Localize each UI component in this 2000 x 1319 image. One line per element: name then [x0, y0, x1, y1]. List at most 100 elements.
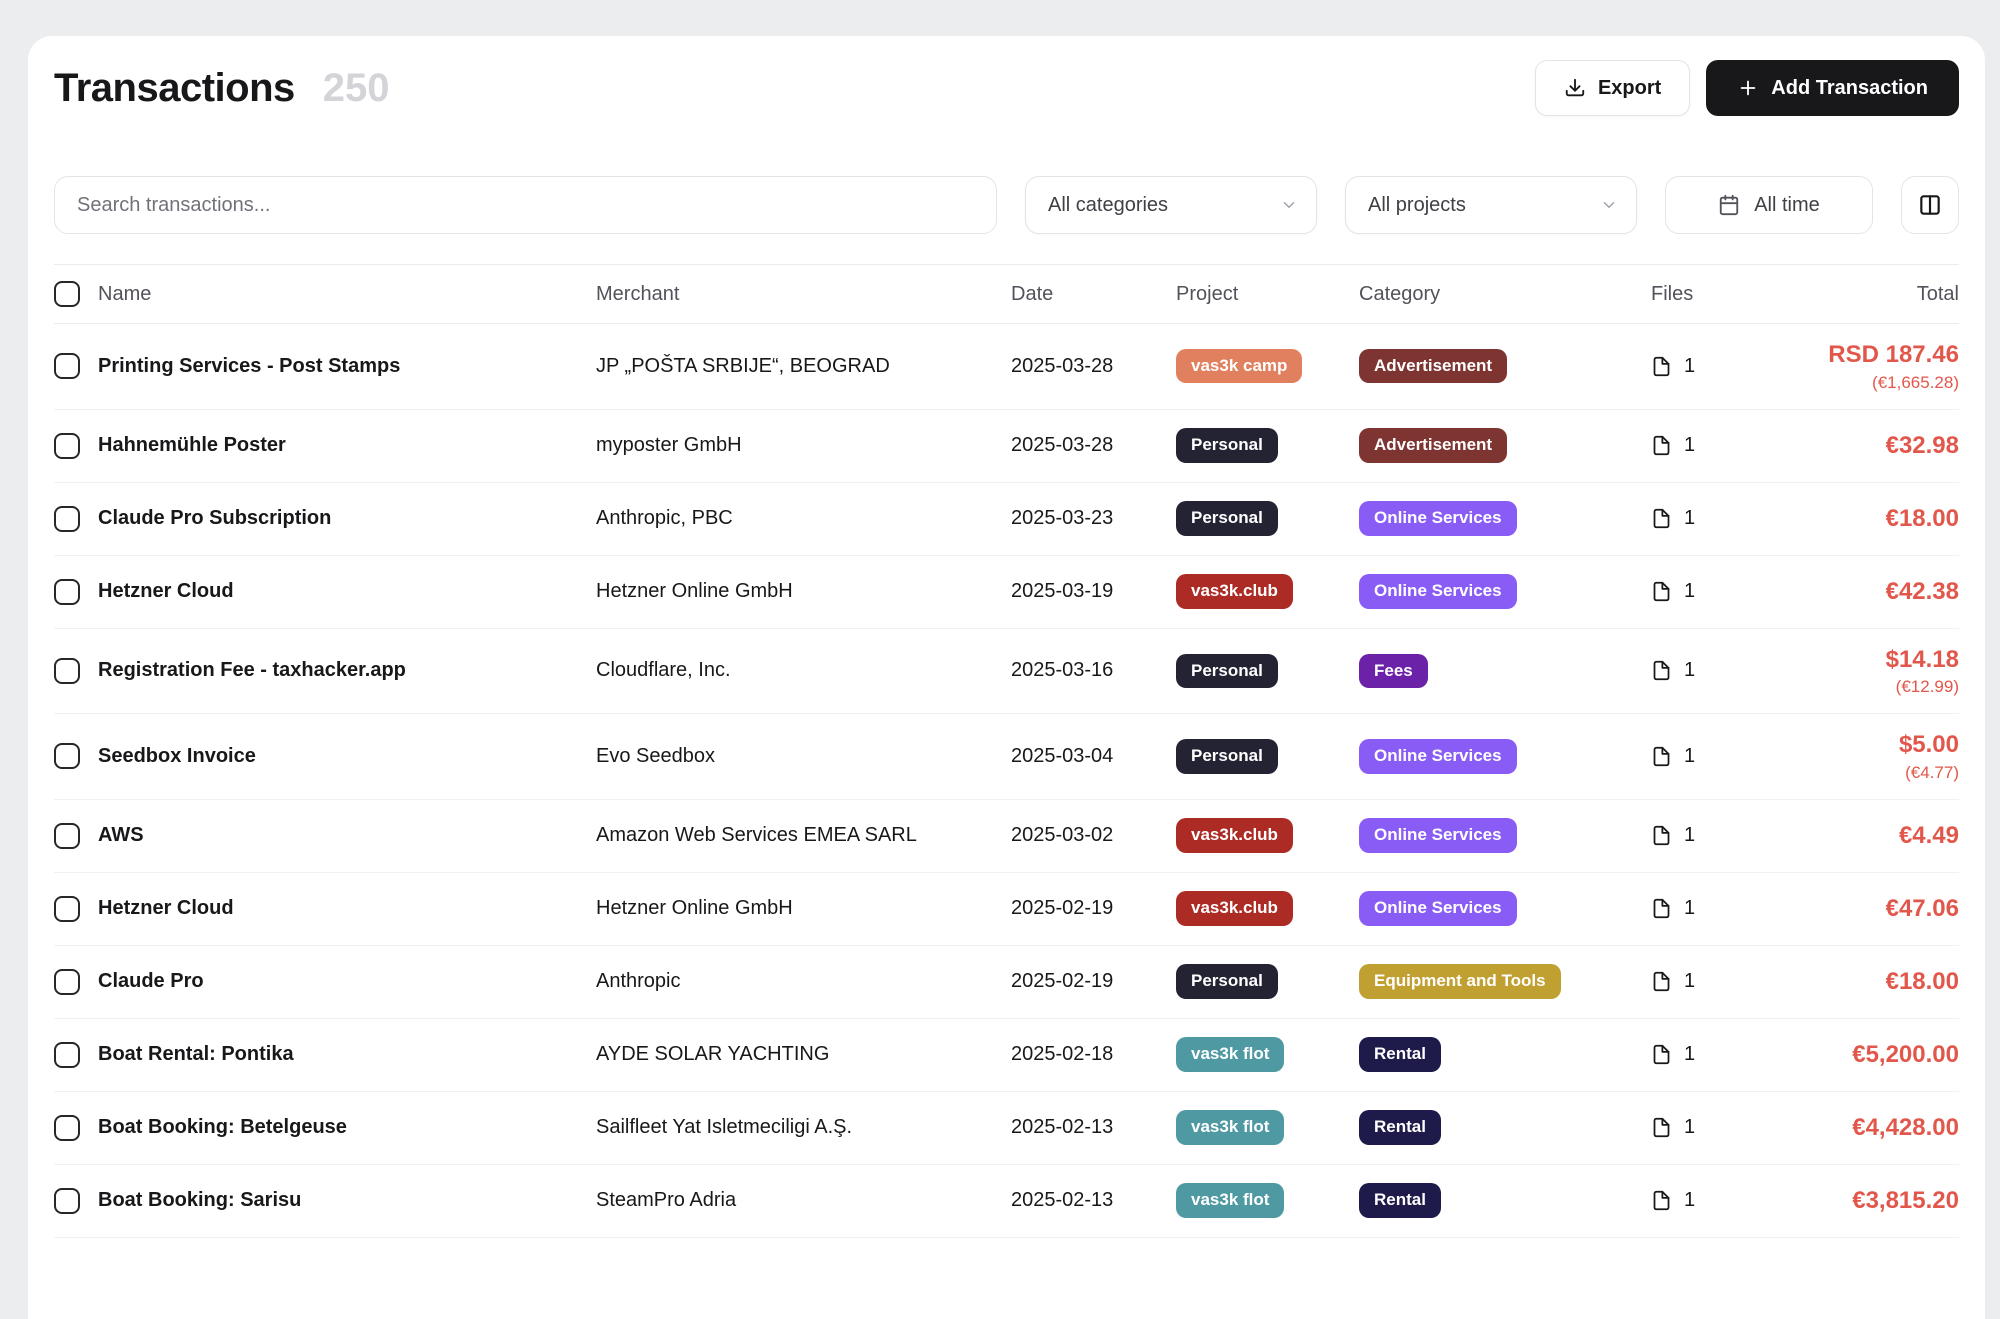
transaction-merchant: Hetzner Online GmbH: [596, 897, 1011, 920]
add-transaction-button[interactable]: Add Transaction: [1706, 60, 1959, 116]
row-checkbox[interactable]: [54, 506, 80, 532]
file-count: 1: [1684, 355, 1695, 378]
file-count: 1: [1684, 659, 1695, 682]
transaction-date: 2025-03-04: [1011, 745, 1176, 768]
project-cell: vas3k.club: [1176, 574, 1359, 608]
files-cell: 1: [1651, 1116, 1779, 1139]
project-cell: vas3k flot: [1176, 1037, 1359, 1071]
row-checkbox[interactable]: [54, 743, 80, 769]
time-filter[interactable]: All time: [1665, 176, 1873, 234]
category-cell: Rental: [1359, 1183, 1651, 1217]
table-row[interactable]: Hetzner Cloud Hetzner Online GmbH 2025-0…: [54, 873, 1959, 946]
table-row[interactable]: Registration Fee - taxhacker.app Cloudfl…: [54, 629, 1959, 715]
project-badge: vas3k.club: [1176, 818, 1293, 852]
row-checkbox[interactable]: [54, 579, 80, 605]
total-amount: RSD 187.46: [1779, 338, 1959, 372]
add-transaction-button-label: Add Transaction: [1771, 77, 1928, 100]
total-cell: €4,428.00: [1779, 1111, 1959, 1145]
category-cell: Rental: [1359, 1110, 1651, 1144]
file-icon: [1651, 897, 1672, 920]
total-cell: €3,815.20: [1779, 1184, 1959, 1218]
plus-icon: [1737, 77, 1759, 99]
chevron-down-icon: [1280, 196, 1298, 214]
project-badge: vas3k flot: [1176, 1037, 1284, 1071]
total-amount: €5,200.00: [1779, 1038, 1959, 1072]
table-row[interactable]: Hahnemühle Poster myposter GmbH 2025-03-…: [54, 410, 1959, 483]
total-cell: €4.49: [1779, 819, 1959, 853]
transaction-date: 2025-02-19: [1011, 897, 1176, 920]
category-cell: Advertisement: [1359, 428, 1651, 462]
table-row[interactable]: Claude Pro Subscription Anthropic, PBC 2…: [54, 483, 1959, 556]
calendar-icon: [1718, 194, 1740, 216]
table-row[interactable]: Seedbox Invoice Evo Seedbox 2025-03-04 P…: [54, 714, 1959, 800]
transaction-name: Claude Pro Subscription: [98, 507, 596, 530]
transaction-count: 250: [323, 66, 390, 111]
export-button-label: Export: [1598, 77, 1661, 100]
columns-icon: [1917, 192, 1943, 218]
files-cell: 1: [1651, 1189, 1779, 1212]
page-title: Transactions: [54, 66, 295, 111]
project-cell: Personal: [1176, 654, 1359, 688]
table-row[interactable]: Boat Booking: Betelgeuse Sailfleet Yat I…: [54, 1092, 1959, 1165]
total-amount: €4.49: [1779, 819, 1959, 853]
category-cell: Fees: [1359, 654, 1651, 688]
transaction-merchant: Anthropic, PBC: [596, 507, 1011, 530]
table-row[interactable]: Boat Rental: Pontika AYDE SOLAR YACHTING…: [54, 1019, 1959, 1092]
total-amount: $14.18: [1779, 643, 1959, 677]
row-checkbox[interactable]: [54, 1042, 80, 1068]
category-cell: Online Services: [1359, 574, 1651, 608]
table-row[interactable]: Boat Booking: Sarisu SteamPro Adria 2025…: [54, 1165, 1959, 1238]
table-row[interactable]: Hetzner Cloud Hetzner Online GmbH 2025-0…: [54, 556, 1959, 629]
row-checkbox[interactable]: [54, 433, 80, 459]
row-checkbox[interactable]: [54, 658, 80, 684]
transactions-table: Name Merchant Date Project Category File…: [54, 264, 1959, 1238]
file-icon: [1651, 745, 1672, 768]
file-count: 1: [1684, 970, 1695, 993]
row-checkbox[interactable]: [54, 353, 80, 379]
project-cell: vas3k camp: [1176, 349, 1359, 383]
file-icon: [1651, 1189, 1672, 1212]
file-icon: [1651, 580, 1672, 603]
filter-bar: All categories All projects All time: [54, 176, 1959, 234]
transaction-merchant: AYDE SOLAR YACHTING: [596, 1043, 1011, 1066]
export-button[interactable]: Export: [1535, 60, 1690, 116]
project-badge: Personal: [1176, 739, 1278, 773]
transaction-merchant: Hetzner Online GmbH: [596, 580, 1011, 603]
table-row[interactable]: Claude Pro Anthropic 2025-02-19 Personal…: [54, 946, 1959, 1019]
row-checkbox[interactable]: [54, 969, 80, 995]
row-checkbox[interactable]: [54, 1115, 80, 1141]
total-cell: €42.38: [1779, 575, 1959, 609]
row-checkbox[interactable]: [54, 823, 80, 849]
row-checkbox[interactable]: [54, 1188, 80, 1214]
row-checkbox[interactable]: [54, 896, 80, 922]
transaction-merchant: Sailfleet Yat Isletmeciligi A.Ş.: [596, 1116, 1011, 1139]
total-cell: €47.06: [1779, 892, 1959, 926]
file-icon: [1651, 1116, 1672, 1139]
total-amount: €18.00: [1779, 502, 1959, 536]
column-settings-button[interactable]: [1901, 176, 1959, 234]
table-body: Printing Services - Post Stamps JP „POŠT…: [54, 324, 1959, 1238]
category-cell: Online Services: [1359, 818, 1651, 852]
table-row[interactable]: Printing Services - Post Stamps JP „POŠT…: [54, 324, 1959, 410]
project-badge: Personal: [1176, 501, 1278, 535]
projects-filter[interactable]: All projects: [1345, 176, 1637, 234]
search-input[interactable]: [54, 176, 997, 234]
categories-filter[interactable]: All categories: [1025, 176, 1317, 234]
transaction-name: Boat Rental: Pontika: [98, 1043, 596, 1066]
file-count: 1: [1684, 507, 1695, 530]
transaction-date: 2025-03-28: [1011, 434, 1176, 457]
file-count: 1: [1684, 434, 1695, 457]
table-row[interactable]: AWS Amazon Web Services EMEA SARL 2025-0…: [54, 800, 1959, 873]
category-badge: Online Services: [1359, 891, 1517, 925]
project-cell: vas3k flot: [1176, 1183, 1359, 1217]
total-amount: €4,428.00: [1779, 1111, 1959, 1145]
transaction-date: 2025-03-02: [1011, 824, 1176, 847]
project-cell: vas3k.club: [1176, 891, 1359, 925]
total-cell: $5.00 (€4.77): [1779, 728, 1959, 785]
time-filter-value: All time: [1754, 194, 1820, 217]
select-all-checkbox[interactable]: [54, 281, 80, 307]
files-cell: 1: [1651, 970, 1779, 993]
transaction-merchant: Anthropic: [596, 970, 1011, 993]
title-wrap: Transactions 250: [54, 66, 390, 111]
total-cell: €32.98: [1779, 429, 1959, 463]
